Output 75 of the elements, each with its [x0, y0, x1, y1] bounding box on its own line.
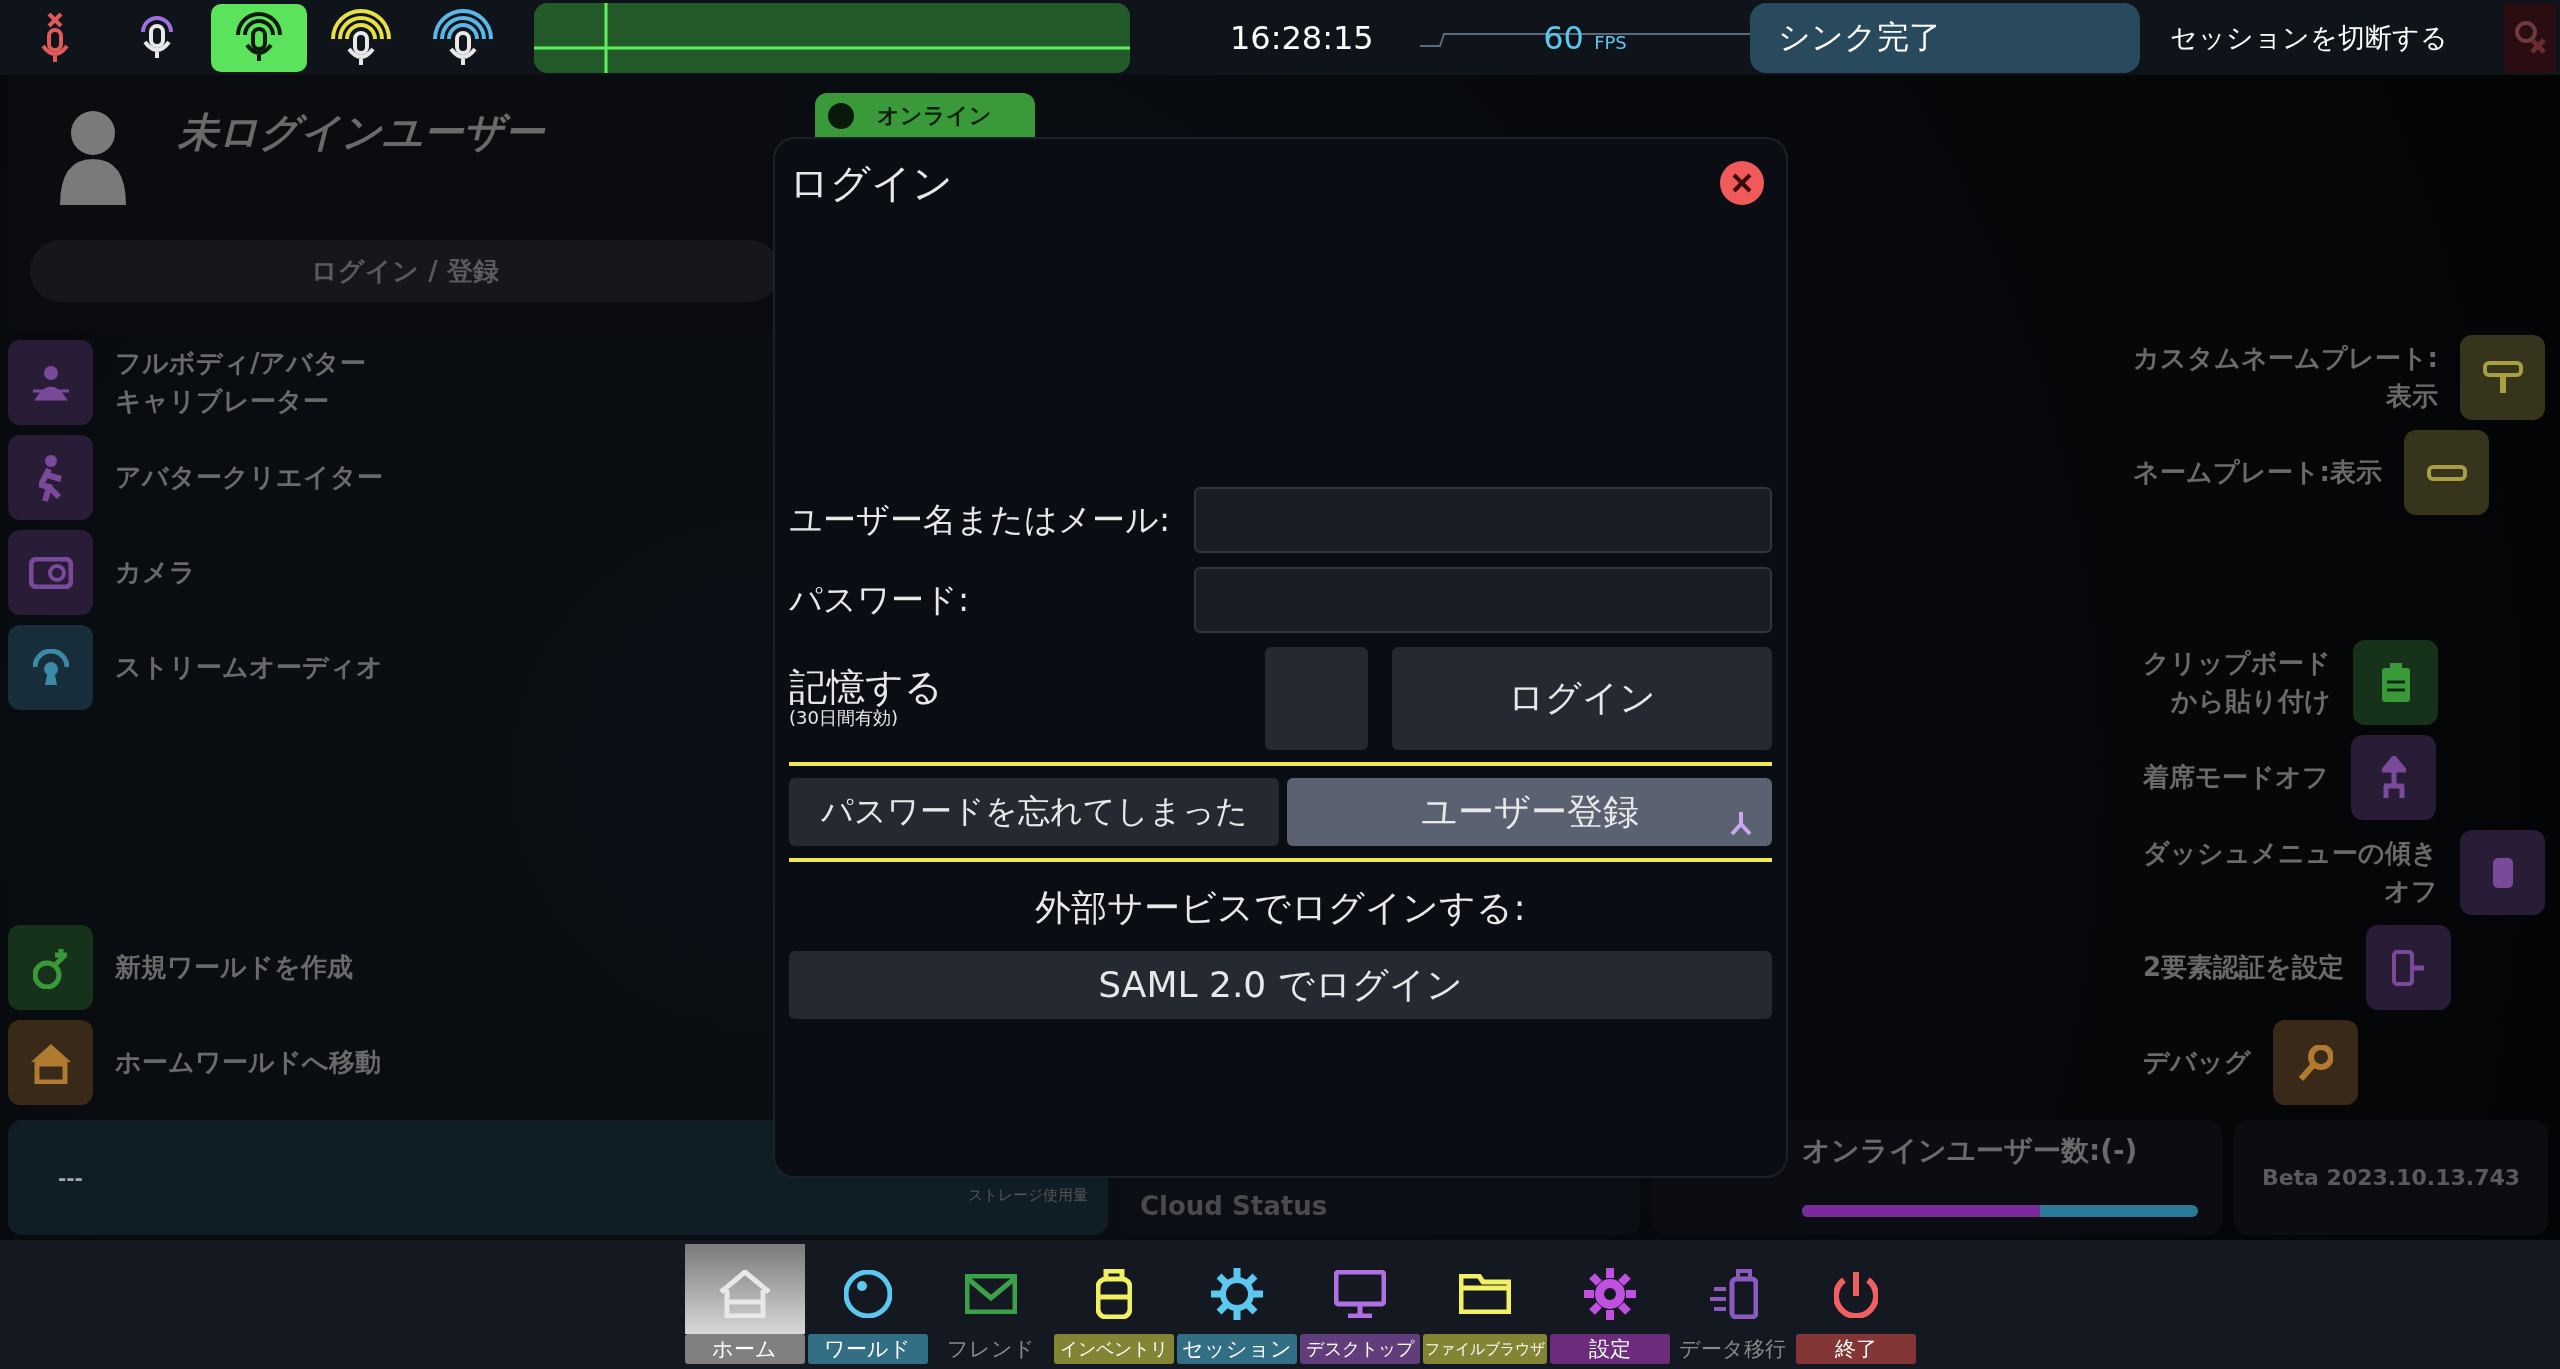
close-button[interactable] [1720, 161, 1764, 205]
login-button[interactable]: ログイン [1392, 647, 1772, 750]
disconnect-icon [2514, 21, 2546, 54]
taskbar-tab[interactable]: データ移行 [1672, 1244, 1793, 1369]
menu-tile[interactable] [8, 625, 93, 710]
sync-status: シンク完了 [1750, 2, 2140, 73]
menu-label: ホームワールドへ移動 [115, 1045, 381, 1079]
menu-tile[interactable] [8, 1020, 93, 1105]
menu-tile[interactable] [2460, 335, 2545, 420]
taskbar-tab[interactable]: フレンド [930, 1244, 1051, 1369]
version-label: Beta 2023.10.13.743 [2261, 1165, 2521, 1190]
menu-tile[interactable] [8, 340, 93, 425]
cursor-icon [1730, 810, 1752, 836]
menu-tile[interactable] [8, 435, 93, 520]
remember-checkbox[interactable] [1265, 647, 1368, 750]
menu-tile[interactable] [2351, 735, 2436, 820]
online-status-badge: オンライン [815, 93, 1035, 139]
taskbar-tab[interactable]: 終了 [1795, 1244, 1916, 1369]
taskbar-tab[interactable]: ファイルブラウザ [1422, 1244, 1547, 1369]
menu-label: 表示 [2386, 379, 2438, 413]
username-label: ユーザー名またはメール: [789, 498, 1171, 541]
external-login-heading: 外部サービスでログインする: [1034, 886, 1527, 930]
menu-tile[interactable] [2404, 430, 2489, 515]
storage-label: ストレージ使用量 [968, 1186, 1088, 1205]
remember-note: (30日間有効) [789, 706, 898, 730]
menu-tile[interactable] [2366, 925, 2452, 1010]
voice-mode-button[interactable] [211, 3, 307, 72]
microphone-icon [331, 8, 391, 67]
menu-label: 着席モードオフ [2143, 760, 2329, 794]
remember-label: 記憶する [789, 667, 943, 706]
menu-label: キャリブレーター [115, 384, 329, 418]
menu-tile[interactable] [2460, 830, 2545, 915]
user-name: 未ログインユーザー [178, 108, 544, 157]
forgot-password-button[interactable]: パスワードを忘れてしまった [789, 778, 1279, 846]
register-button[interactable]: ユーザー登録 [1287, 778, 1772, 846]
menu-label: ネームプレート:表示 [2132, 455, 2382, 489]
taskbar-tab[interactable]: インベントリ [1053, 1244, 1174, 1369]
menu-label: オフ [2384, 874, 2438, 908]
menu-label: ストリームオーディオ [115, 650, 383, 684]
menu-tile[interactable] [2353, 640, 2438, 725]
menu-label: アバタークリエイター [115, 460, 383, 494]
menu-label: カスタムネームプレート: [2132, 341, 2438, 375]
saml-login-button[interactable]: SAML 2.0 でログイン [789, 951, 1772, 1019]
microphone-icon [433, 8, 493, 67]
microphone-icon [236, 12, 282, 63]
menu-label: デバッグ [2143, 1045, 2251, 1079]
avatar-icon [58, 108, 128, 207]
disconnect-session-button[interactable]: セッションを切断する [2170, 15, 2448, 60]
close-icon [1732, 173, 1752, 193]
taskbar-tab[interactable]: ワールド [807, 1244, 928, 1369]
clock: 16:28:15 [1230, 18, 1375, 57]
online-users-label: オンラインユーザー数:(-) [1802, 1133, 2139, 1169]
menu-tile[interactable] [8, 530, 93, 615]
menu-label: フルボディ/アバター [115, 346, 367, 380]
microphone-icon [41, 11, 69, 64]
password-label: パスワード: [789, 578, 970, 621]
menu-label: 新規ワールドを作成 [115, 950, 353, 984]
menu-tile[interactable] [2273, 1020, 2358, 1105]
menu-label: クリップボード [2143, 646, 2331, 680]
taskbar-tab[interactable]: セッション [1176, 1244, 1297, 1369]
menu-label: カメラ [115, 555, 196, 589]
dialog-title: ログイン [789, 158, 953, 208]
password-field[interactable] [1194, 567, 1772, 633]
menu-tile[interactable] [8, 925, 93, 1010]
cloud-status-label: Cloud Status [1140, 1191, 1328, 1221]
status-dot-icon [827, 102, 855, 130]
menu-label: ダッシュメニューの傾き [2143, 836, 2438, 870]
fps-counter: 60 FPS [1543, 18, 1627, 57]
taskbar-tab[interactable]: 設定 [1549, 1244, 1670, 1369]
taskbar-tab[interactable]: デスクトップ [1299, 1244, 1420, 1369]
menu-label: 2要素認証を設定 [2143, 950, 2345, 984]
username-field[interactable] [1194, 487, 1772, 553]
microphone-icon [141, 15, 173, 60]
menu-label: から貼り付け [2171, 684, 2331, 718]
storage-value: --- [58, 1165, 83, 1190]
